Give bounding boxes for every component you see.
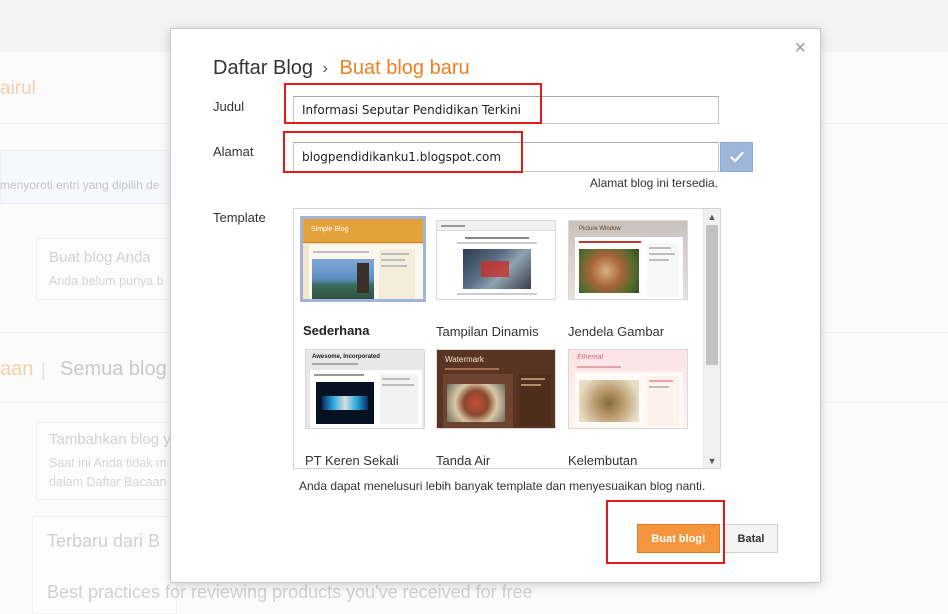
address-status: Alamat blog ini tersedia. (589, 176, 718, 190)
template-picker: Simple Blog Sederhana Tampilan Dinamis P… (293, 208, 721, 469)
template-label: Template (213, 210, 266, 225)
template-name: Tanda Air (436, 453, 491, 468)
scroll-down-icon[interactable]: ▼ (704, 456, 720, 466)
template-thumbnail: Awesome, Incorporated (305, 349, 425, 429)
latest-post-link[interactable]: Best practices for reviewing products yo… (47, 582, 533, 603)
add-blog-card-line: dalam Daftar Bacaan (49, 475, 167, 489)
template-thumbnail: Picture Window (568, 220, 688, 300)
create-blog-card (36, 238, 176, 300)
template-name: Jendela Gambar (568, 324, 665, 339)
highlight-box (606, 500, 725, 564)
check-icon (729, 151, 744, 163)
breadcrumb-blog-list[interactable]: Daftar Blog (213, 57, 313, 79)
template-name: Sederhana (303, 323, 370, 338)
info-text: menyoroti entri yang dipilih de (0, 178, 160, 192)
check-availability-button[interactable] (720, 142, 753, 172)
add-blog-card-line: Saat ini Anda tidak m (49, 456, 167, 470)
tab-divider: | (41, 360, 46, 380)
template-thumbnail (436, 220, 556, 300)
template-name: Tampilan Dinamis (436, 324, 539, 339)
highlight-box (283, 131, 523, 173)
template-name: PT Keren Sekali (305, 453, 399, 468)
highlight-box (284, 83, 542, 124)
create-blog-dialog: × Daftar Blog › Buat blog baru Judul Inf… (170, 28, 821, 583)
close-icon[interactable]: × (794, 38, 806, 58)
title-label: Judul (213, 99, 245, 114)
address-label: Alamat (213, 144, 254, 159)
template-hint: Anda dapat menelusuri lebih banyak templ… (299, 479, 706, 493)
latest-title: Terbaru dari B (47, 531, 161, 551)
user-name: airul (0, 78, 36, 99)
template-thumbnail: Ethereal (568, 349, 688, 429)
template-thumbnail: Simple Blog (300, 216, 426, 302)
create-blog-card-title: Buat blog Anda (49, 249, 151, 266)
template-thumbnail: Watermark (436, 349, 556, 429)
info-box (0, 150, 175, 204)
template-scrollbar[interactable]: ▲ ▼ (703, 209, 720, 468)
scroll-up-icon[interactable]: ▲ (704, 212, 720, 222)
breadcrumb-separator: › (322, 60, 328, 77)
tab-all-blogs[interactable]: Semua blog (60, 358, 167, 381)
dialog-title: Daftar Blog › Buat blog baru (213, 57, 470, 80)
add-blog-card-title: Tambahkan blog y (49, 431, 171, 448)
scrollbar-thumb[interactable] (706, 225, 718, 365)
cancel-button[interactable]: Batal (724, 524, 778, 553)
page-title: Buat blog baru (339, 57, 470, 79)
create-blog-card-text: Anda belum punya b (49, 274, 164, 288)
template-name: Kelembutan (568, 453, 638, 468)
tab-reading-list[interactable]: aan (0, 358, 33, 381)
